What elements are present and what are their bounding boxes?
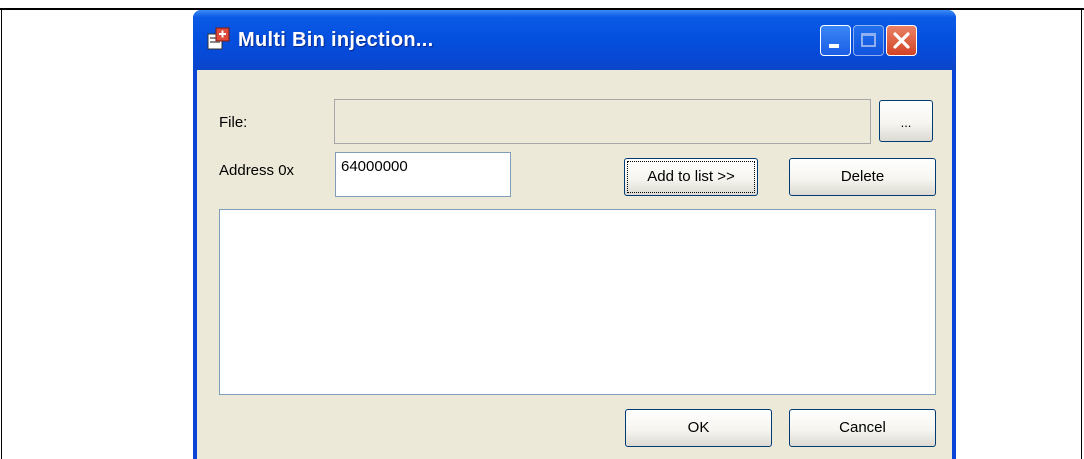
document-frame-left <box>1 9 2 459</box>
document-frame-right <box>1081 9 1082 459</box>
minimize-icon <box>829 44 839 48</box>
close-icon <box>893 32 910 49</box>
maximize-button[interactable] <box>853 25 884 56</box>
title-bar[interactable]: Multi Bin injection... <box>193 10 956 70</box>
window-title: Multi Bin injection... <box>238 29 434 51</box>
ok-button[interactable]: OK <box>625 409 772 447</box>
focus-ring <box>627 161 755 193</box>
multi-bin-injection-dialog: Multi Bin injection... File: ... Address… <box>193 10 956 459</box>
close-button[interactable] <box>886 25 917 56</box>
address-label: Address 0x <box>219 162 295 179</box>
delete-button[interactable]: Delete <box>789 158 936 196</box>
bin-file-list[interactable] <box>219 209 936 395</box>
cancel-button[interactable]: Cancel <box>789 409 936 447</box>
file-label: File: <box>219 114 248 131</box>
browse-button[interactable]: ... <box>879 100 933 142</box>
dialog-client-area: File: ... Address 0x 64000000 Add to lis… <box>197 70 952 459</box>
maximize-icon <box>861 33 876 47</box>
file-path-field <box>334 99 871 144</box>
address-input[interactable]: 64000000 <box>335 152 511 197</box>
app-icon <box>207 27 230 50</box>
add-to-list-button[interactable]: Add to list >> <box>624 158 758 196</box>
minimize-button[interactable] <box>820 25 851 56</box>
